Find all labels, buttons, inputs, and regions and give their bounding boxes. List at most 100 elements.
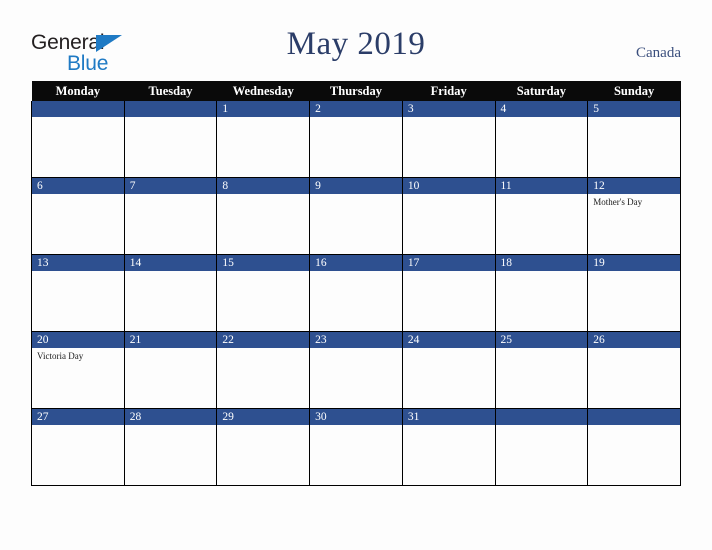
- day-number: 13: [32, 255, 124, 271]
- weekday-header-wednesday: Wednesday: [216, 81, 310, 101]
- day-cell-inner: 22: [217, 332, 310, 408]
- calendar-day-cell[interactable]: 16: [309, 254, 403, 332]
- day-number: 27: [32, 409, 124, 425]
- calendar-day-cell[interactable]: 1: [216, 101, 311, 178]
- calendar-day-cell[interactable]: 25: [494, 331, 589, 409]
- calendar-day-cell[interactable]: 3: [401, 101, 496, 178]
- calendar-day-cell[interactable]: 2: [309, 101, 403, 178]
- weekday-header-sunday: Sunday: [587, 81, 681, 101]
- calendar-day-cell[interactable]: 9: [309, 177, 403, 255]
- weekday-header-friday: Friday: [402, 81, 496, 101]
- day-cell-inner: 10: [402, 178, 495, 254]
- day-cell-inner: 25: [495, 332, 588, 408]
- day-number: 2: [310, 101, 402, 117]
- day-number: 23: [310, 332, 402, 348]
- calendar-week-row: 6 7 8 9 10 11 12 Mother's Day: [31, 177, 681, 255]
- event-label: Victoria Day: [37, 351, 84, 361]
- calendar-day-cell[interactable]: 22: [216, 331, 311, 409]
- day-cell-inner: 21: [124, 332, 217, 408]
- calendar-day-cell[interactable]: 27: [31, 408, 125, 486]
- day-cell-inner: 27: [32, 409, 124, 485]
- weekday-header-row: Monday Tuesday Wednesday Thursday Friday…: [31, 81, 681, 101]
- calendar-day-cell[interactable]: 7: [123, 177, 218, 255]
- day-number: [495, 409, 588, 425]
- day-cell-inner: 29: [217, 409, 310, 485]
- calendar-day-cell[interactable]: 20 Victoria Day: [31, 331, 125, 409]
- day-number: 22: [217, 332, 310, 348]
- day-cell-inner: 3: [402, 101, 495, 177]
- calendar-day-cell[interactable]: 26: [587, 331, 681, 409]
- calendar-day-cell[interactable]: 6: [31, 177, 125, 255]
- day-cell-inner: 19: [588, 255, 680, 331]
- calendar-body: 1 2 3 4 5 6 7 8 9 10 11 12 Mother's Day 13 14 15 16 17 18 1…: [31, 101, 681, 486]
- calendar-day-cell[interactable]: 4: [494, 101, 589, 178]
- calendar-day-cell[interactable]: 13: [31, 254, 125, 332]
- calendar-day-cell[interactable]: 30: [309, 408, 403, 486]
- day-cell-inner: 8: [217, 178, 310, 254]
- day-number: 8: [217, 178, 310, 194]
- calendar-day-cell[interactable]: 11: [494, 177, 589, 255]
- day-number: 28: [124, 409, 217, 425]
- day-number: [588, 409, 680, 425]
- day-number: 10: [402, 178, 495, 194]
- calendar-day-cell[interactable]: 19: [587, 254, 681, 332]
- calendar-day-cell[interactable]: 12 Mother's Day: [587, 177, 681, 255]
- calendar-day-cell[interactable]: 24: [401, 331, 496, 409]
- calendar-day-cell[interactable]: 21: [123, 331, 218, 409]
- day-cell-inner: 11: [495, 178, 588, 254]
- day-number: 9: [310, 178, 402, 194]
- day-cell-inner: [32, 101, 124, 177]
- day-cell-inner: 1: [217, 101, 310, 177]
- day-number: 7: [124, 178, 217, 194]
- calendar-empty-cell: [587, 408, 681, 486]
- day-number: 20: [32, 332, 124, 348]
- calendar-day-cell[interactable]: 10: [401, 177, 496, 255]
- calendar-day-cell[interactable]: 23: [309, 331, 403, 409]
- calendar-day-cell[interactable]: 28: [123, 408, 218, 486]
- day-number: 4: [495, 101, 588, 117]
- calendar-day-cell[interactable]: 8: [216, 177, 311, 255]
- day-number: 6: [32, 178, 124, 194]
- calendar-day-cell[interactable]: 14: [123, 254, 218, 332]
- day-number: 19: [588, 255, 680, 271]
- day-number: 11: [495, 178, 588, 194]
- calendar-week-row: 20 Victoria Day 21 22 23 24 25 26: [31, 331, 681, 409]
- calendar-day-cell[interactable]: 29: [216, 408, 311, 486]
- day-number: 18: [495, 255, 588, 271]
- day-number: 12: [588, 178, 680, 194]
- day-cell-inner: 6: [32, 178, 124, 254]
- calendar-empty-cell: [123, 101, 218, 178]
- day-cell-inner: 20 Victoria Day: [32, 332, 124, 408]
- calendar-header-row: Monday Tuesday Wednesday Thursday Friday…: [31, 81, 681, 101]
- calendar-page: General Blue May 2019 Canada Monday Tues…: [0, 0, 712, 550]
- day-number: [32, 101, 124, 117]
- day-cell-inner: 4: [495, 101, 588, 177]
- calendar-day-cell[interactable]: 15: [216, 254, 311, 332]
- page-title: May 2019: [286, 26, 426, 62]
- calendar-day-cell[interactable]: 18: [494, 254, 589, 332]
- day-cell-inner: 13: [32, 255, 124, 331]
- day-cell-inner: 15: [217, 255, 310, 331]
- calendar-day-cell[interactable]: 5: [587, 101, 681, 178]
- day-number: 21: [124, 332, 217, 348]
- day-number: 24: [402, 332, 495, 348]
- calendar-day-cell[interactable]: 17: [401, 254, 496, 332]
- day-cell-inner: 5: [588, 101, 680, 177]
- calendar-day-cell[interactable]: 31: [401, 408, 496, 486]
- day-cell-inner: 31: [402, 409, 495, 485]
- day-cell-inner: 7: [124, 178, 217, 254]
- calendar-week-row: 13 14 15 16 17 18 19: [31, 254, 681, 332]
- day-cell-inner: 14: [124, 255, 217, 331]
- day-cell-inner: 16: [310, 255, 402, 331]
- day-cell-inner: 9: [310, 178, 402, 254]
- day-number: 3: [402, 101, 495, 117]
- day-cell-inner: 26: [588, 332, 680, 408]
- day-cell-inner: [495, 409, 588, 485]
- day-number: 26: [588, 332, 680, 348]
- day-cell-inner: 28: [124, 409, 217, 485]
- month-calendar-grid: Monday Tuesday Wednesday Thursday Friday…: [31, 81, 681, 486]
- day-cell-inner: [124, 101, 217, 177]
- day-number: 1: [217, 101, 310, 117]
- day-cell-inner: 30: [310, 409, 402, 485]
- day-number: 31: [402, 409, 495, 425]
